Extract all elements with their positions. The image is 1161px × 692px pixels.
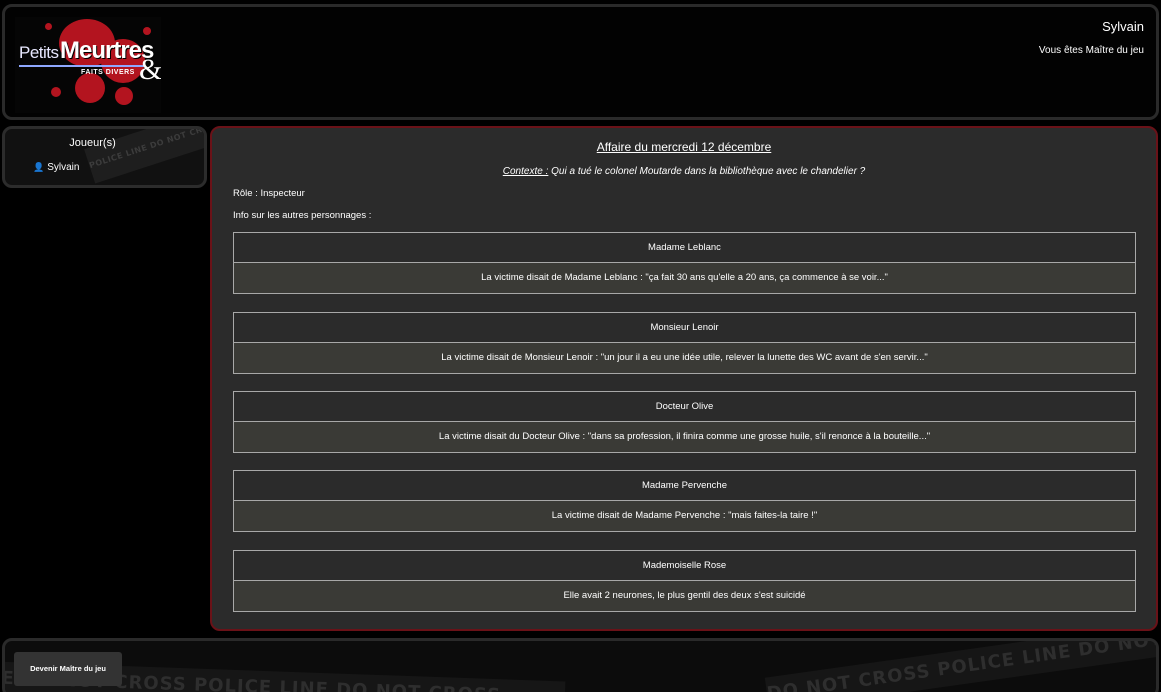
- role-line: Rôle : Inspecteur: [233, 188, 305, 199]
- character-card: Monsieur Lenoir La victime disait de Mon…: [233, 312, 1136, 374]
- user-icon: 👤: [33, 162, 45, 172]
- info-line: Info sur les autres personnages :: [233, 210, 372, 221]
- logo-text-faits-divers: FAITS DIVERS: [81, 69, 135, 76]
- header-panel: Petits Meurtres FAITS DIVERS & Sylvain V…: [2, 4, 1159, 120]
- character-name: Madame Leblanc: [234, 233, 1135, 263]
- players-title: Joueur(s): [69, 137, 116, 149]
- logo-text-petits: Petits: [19, 43, 59, 62]
- player-item[interactable]: 👤 Sylvain: [33, 162, 79, 173]
- logo-splat: [115, 87, 133, 105]
- players-panel: POLICE LINE DO NOT CROSS POLICE LI Joueu…: [2, 126, 207, 188]
- character-quote: La victime disait de Madame Pervenche : …: [234, 501, 1135, 531]
- footer-panel: LINE DO NOT CROSS POLICE LINE DO NOT CRO…: [2, 638, 1159, 692]
- character-card: Madame Pervenche La victime disait de Ma…: [233, 470, 1136, 532]
- character-card: Mademoiselle Rose Elle avait 2 neurones,…: [233, 550, 1136, 612]
- character-name: Monsieur Lenoir: [234, 313, 1135, 343]
- user-name[interactable]: Sylvain: [1102, 19, 1144, 34]
- logo-ampersand: &: [139, 53, 161, 86]
- police-tape: DO NOT CROSS POLICE LINE DO NOT CROSS PO…: [764, 641, 1156, 692]
- logo-splat: [51, 87, 61, 97]
- logo: Petits Meurtres FAITS DIVERS &: [15, 17, 161, 113]
- character-card: Docteur Olive La victime disait du Docte…: [233, 391, 1136, 453]
- character-quote: La victime disait du Docteur Olive : "da…: [234, 422, 1135, 452]
- character-quote: Elle avait 2 neurones, le plus gentil de…: [234, 581, 1135, 611]
- character-card: Madame Leblanc La victime disait de Mada…: [233, 232, 1136, 294]
- character-name: Mademoiselle Rose: [234, 551, 1135, 581]
- character-quote: La victime disait de Madame Leblanc : "ç…: [234, 263, 1135, 293]
- logo-underline: [19, 65, 145, 67]
- player-name: Sylvain: [47, 162, 80, 173]
- logo-splat: [143, 27, 151, 35]
- case-context: Contexte : Qui a tué le colonel Moutarde…: [212, 166, 1156, 177]
- police-tape: POLICE LINE DO NOT CROSS POLICE LI: [84, 129, 204, 184]
- logo-splat: [75, 73, 105, 103]
- case-title: Affaire du mercredi 12 décembre: [596, 140, 772, 154]
- user-role: Vous êtes Maître du jeu: [1038, 45, 1144, 56]
- character-quote: La victime disait de Monsieur Lenoir : "…: [234, 343, 1135, 373]
- case-panel: Affaire du mercredi 12 décembre Contexte…: [210, 126, 1158, 631]
- character-name: Docteur Olive: [234, 392, 1135, 422]
- become-game-master-button[interactable]: Devenir Maître du jeu: [14, 652, 122, 686]
- logo-splat: [45, 23, 52, 30]
- character-name: Madame Pervenche: [234, 471, 1135, 501]
- context-text: Qui a tué le colonel Moutarde dans la bi…: [548, 166, 866, 177]
- context-label: Contexte :: [502, 166, 549, 177]
